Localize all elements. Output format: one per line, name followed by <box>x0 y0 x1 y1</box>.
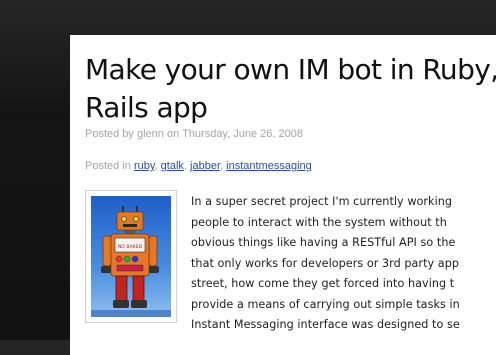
date-prefix: on <box>166 128 180 140</box>
post-title-line-2[interactable]: Rails app <box>85 89 496 127</box>
post-image-frame: NO BAKED <box>85 190 177 323</box>
post-title[interactable]: Make your own IM bot in Ruby, Rails app <box>85 51 496 127</box>
post-body-line: that only works for developers or 3rd pa… <box>191 256 460 270</box>
tag-separator: , <box>183 160 187 172</box>
post-body-line: obvious things like having a RESTful API… <box>191 236 456 249</box>
tag-separator: , <box>154 160 158 172</box>
toy-robot-photo[interactable]: NO BAKED <box>91 196 171 317</box>
tag-link-ruby[interactable]: ruby <box>134 160 155 172</box>
post-body-line: Instant Messaging interface was designed… <box>191 318 460 331</box>
tag-link-gtalk[interactable]: gtalk <box>161 160 184 172</box>
post-author: glenn <box>136 128 164 140</box>
posted-by-label: Posted by <box>85 128 134 140</box>
post-body: In a super secret project I'm currently … <box>191 192 496 336</box>
robot-image-icon: NO BAKED <box>91 196 171 317</box>
post-body-line: people to interact with the system witho… <box>191 215 447 229</box>
blog-post-panel: Make your own IM bot in Ruby, Rails app … <box>70 35 496 355</box>
post-body-line: provide a means of carrying out simple t… <box>191 297 460 311</box>
post-tags: Posted in ruby, gtalk, jabber, instantme… <box>85 160 312 172</box>
tag-link-jabber[interactable]: jabber <box>190 160 220 172</box>
posted-in-label: Posted in <box>85 160 131 172</box>
post-body-line: In a super secret project I'm currently … <box>191 195 453 208</box>
tag-separator: , <box>220 160 224 172</box>
post-title-line-1[interactable]: Make your own IM bot in Ruby, <box>85 51 496 89</box>
post-meta: Posted by glenn on Thursday, June 26, 20… <box>85 128 303 140</box>
tag-link-instantmessaging[interactable]: instantmessaging <box>226 160 312 172</box>
post-date: Thursday, June 26, 2008 <box>182 128 303 140</box>
post-body-line: street, how come they get forced into ha… <box>191 277 455 290</box>
svg-text:NO BAKED: NO BAKED <box>118 244 143 250</box>
